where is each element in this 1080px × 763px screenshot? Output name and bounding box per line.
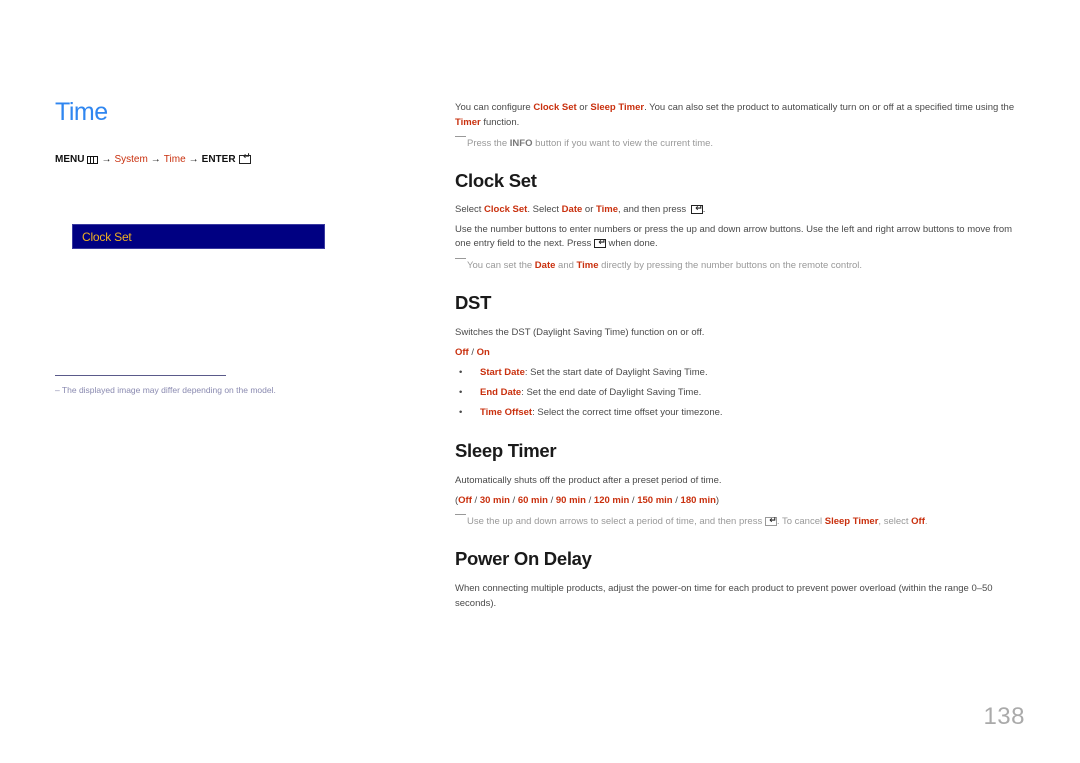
text: . You can also set the product to automa… xyxy=(644,102,1015,113)
option-off: Off xyxy=(458,494,472,506)
option-90-min: 90 min xyxy=(555,494,586,506)
osd-menu-item-clock-set: Clock Set xyxy=(72,224,325,249)
section-heading-sleep-timer: Sleep Timer xyxy=(455,440,557,461)
separator: / xyxy=(672,494,681,506)
enter-icon xyxy=(690,201,703,215)
enter-icon xyxy=(238,151,251,164)
footnote: – The displayed image may differ dependi… xyxy=(55,385,276,395)
separator: / xyxy=(468,346,477,358)
text: ) xyxy=(715,494,720,506)
separator: / xyxy=(471,494,480,506)
text: , select xyxy=(878,516,912,527)
separator: / xyxy=(585,494,594,506)
term-info: INFO xyxy=(509,138,533,149)
term-timer: Timer xyxy=(455,116,481,128)
option-30-min: 30 min xyxy=(479,494,510,506)
text: : Set the end date of Daylight Saving Ti… xyxy=(521,387,702,398)
term-sleep-timer: Sleep Timer xyxy=(824,516,879,527)
osd-item-label: Clock Set xyxy=(82,229,132,244)
arrow-icon: → xyxy=(101,154,112,165)
sleep-timer-note: Use the up and down arrows to select a p… xyxy=(455,513,1025,529)
note-dash-icon xyxy=(455,514,466,515)
menu-icon xyxy=(87,155,99,164)
sleep-timer-options: (Off / 30 min / 60 min / 90 min / 120 mi… xyxy=(455,494,1025,509)
enter-label: ENTER xyxy=(201,154,236,165)
text: Use the up and down arrows to select a p… xyxy=(467,516,765,527)
dst-bullet-end-date: End Date: Set the end date of Daylight S… xyxy=(455,386,1025,400)
text: . xyxy=(702,204,706,215)
text: . Select xyxy=(527,204,562,215)
term-clock-set: Clock Set xyxy=(533,102,577,113)
clock-set-step-1: Select Clock Set. Select Date or Time, a… xyxy=(455,201,1025,218)
arrow-icon: → xyxy=(150,154,161,165)
dst-bullet-start-date: Start Date: Set the start date of Daylig… xyxy=(455,366,1025,380)
intro-section: You can configure Clock Set or Sleep Tim… xyxy=(455,101,1025,151)
option-off: Off xyxy=(455,346,469,358)
text: Press the xyxy=(467,138,510,149)
menu-path-breadcrumb: MENU → System → Time → ENTER xyxy=(55,151,251,165)
clock-set-section: Clock Set Select Clock Set. Select Date … xyxy=(455,170,1025,273)
option-60-min: 60 min xyxy=(517,494,548,506)
dst-bullet-time-offset: Time Offset: Select the correct time off… xyxy=(455,406,1025,420)
enter-icon xyxy=(593,235,606,249)
section-heading-dst: DST xyxy=(455,292,492,313)
term-clock-set: Clock Set xyxy=(484,204,528,215)
intro-note: Press the INFO button if you want to vie… xyxy=(455,136,1025,151)
page-title: Time xyxy=(55,98,108,126)
crumb-system: System xyxy=(114,154,148,165)
page-number: 138 xyxy=(983,703,1025,730)
text: : Set the start date of Daylight Saving … xyxy=(524,367,708,378)
clock-set-note: You can set the Date and Time directly b… xyxy=(455,257,1025,273)
dst-description: Switches the DST (Daylight Saving Time) … xyxy=(455,327,705,338)
sleep-timer-section: Sleep Timer Automatically shuts off the … xyxy=(455,440,1025,529)
crumb-time: Time xyxy=(163,154,186,165)
power-on-delay-section: Power On Delay When connecting multiple … xyxy=(455,548,1025,611)
text: You can set the xyxy=(467,259,535,271)
section-heading-clock-set: Clock Set xyxy=(455,170,537,191)
intro-paragraph: You can configure Clock Set or Sleep Tim… xyxy=(455,101,1025,130)
term-start-date: Start Date xyxy=(480,367,525,378)
text: Select xyxy=(455,204,485,215)
text: directly by pressing the number buttons … xyxy=(598,259,863,271)
enter-icon xyxy=(764,513,777,527)
text: , and then press xyxy=(618,204,689,215)
term-date: Date xyxy=(561,204,583,215)
option-on: On xyxy=(476,346,490,358)
section-heading-power-on-delay: Power On Delay xyxy=(455,548,592,569)
separator: / xyxy=(509,494,518,506)
separator: / xyxy=(547,494,556,506)
note-dash-icon xyxy=(455,136,466,137)
sleep-timer-description: Automatically shuts off the product afte… xyxy=(455,475,722,486)
dst-section: DST Switches the DST (Daylight Saving Ti… xyxy=(455,292,1025,420)
text: . xyxy=(924,516,928,527)
note-dash-icon xyxy=(455,257,466,259)
text: or xyxy=(582,204,596,215)
text: You can configure xyxy=(455,102,534,113)
arrow-icon: → xyxy=(188,154,199,165)
text: Use the number buttons to enter numbers … xyxy=(455,223,1013,250)
term-time: Time xyxy=(596,204,619,215)
text: . To cancel xyxy=(776,516,825,527)
option-180-min: 180 min xyxy=(680,494,716,506)
term-end-date: End Date xyxy=(480,387,522,398)
term-time: Time xyxy=(576,259,599,271)
power-on-delay-description: When connecting multiple products, adjus… xyxy=(455,583,993,609)
option-120-min: 120 min xyxy=(593,494,630,506)
text: and xyxy=(555,259,577,271)
term-date: Date xyxy=(534,259,556,271)
term-time-offset: Time Offset xyxy=(480,407,533,418)
text: when done. xyxy=(605,238,658,249)
option-150-min: 150 min xyxy=(637,494,673,506)
text: button if you want to view the current t… xyxy=(532,138,714,149)
text: or xyxy=(576,102,591,113)
term-sleep-timer: Sleep Timer xyxy=(590,102,645,113)
term-off: Off xyxy=(911,516,925,527)
dst-options: Off / On xyxy=(455,346,1025,361)
menu-label: MENU xyxy=(55,154,85,165)
footnote-divider xyxy=(55,375,226,376)
text: : Select the correct time offset your ti… xyxy=(532,407,723,418)
text: function. xyxy=(480,116,520,128)
clock-set-step-2: Use the number buttons to enter numbers … xyxy=(455,223,1025,252)
